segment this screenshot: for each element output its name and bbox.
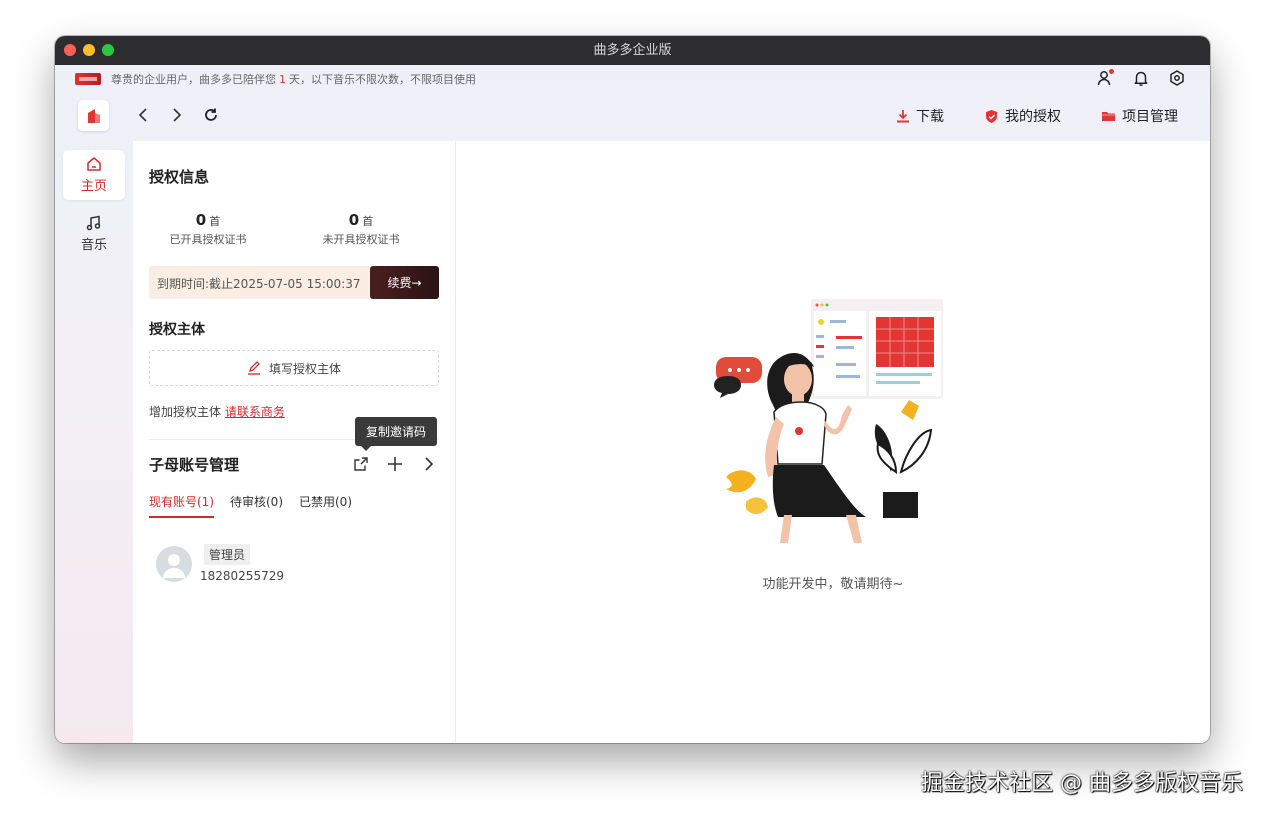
close-window-button[interactable]: [64, 44, 76, 56]
back-icon[interactable]: [135, 107, 151, 123]
sub-account-tabs: 现有账号(1) 待审核(0) 已禁用(0): [149, 493, 352, 518]
main-panel: 功能开发中，敬请期待~: [456, 141, 1210, 743]
history-nav: [135, 107, 219, 123]
vip-badge-icon: [75, 73, 101, 85]
refresh-icon[interactable]: [203, 107, 219, 123]
notice-suffix: 天，以下音乐不限次数，不限项目使用: [289, 73, 476, 86]
expiry-bar: 到期时间:截止2025-07-05 15:00:37 续费→: [149, 266, 439, 299]
music-note-icon: [86, 215, 101, 231]
forward-icon[interactable]: [169, 107, 185, 123]
shield-icon: [986, 109, 997, 123]
add-subject-line: 增加授权主体 请联系商务: [149, 403, 285, 420]
renew-button[interactable]: 续费→: [370, 266, 439, 299]
project-manage-label: 项目管理: [1122, 109, 1178, 125]
app-window: 曲多多企业版 尊贵的企业用户，曲多多已陪伴您 1 天，以下音乐不限次数，不限项目…: [55, 36, 1210, 743]
sub-accounts-title: 子母账号管理: [149, 456, 240, 474]
edit-icon: [247, 361, 260, 375]
title-bar: 曲多多企业版: [55, 36, 1210, 65]
top-right-icons: [1096, 69, 1186, 87]
top-menu: 下载 我的授权 项目管理: [896, 106, 1178, 126]
chevron-right-icon[interactable]: [421, 456, 437, 472]
watermark-text: 掘金技术社区 @ 曲多多版权音乐: [921, 771, 1243, 796]
settings-icon[interactable]: [1168, 69, 1186, 87]
avatar: [156, 546, 192, 582]
nav-item-home[interactable]: 主页: [63, 150, 125, 200]
notification-dot: [1109, 69, 1114, 74]
add-subject-text: 增加授权主体: [149, 405, 222, 419]
issued-label: 已开具授权证书: [169, 233, 247, 246]
under-development-text: 功能开发中，敬请期待~: [762, 577, 904, 592]
plus-icon[interactable]: [387, 456, 403, 472]
not-issued-stat: 0首 未开具授权证书: [286, 211, 436, 247]
issued-stat: 0首 已开具授权证书: [133, 211, 283, 247]
not-issued-unit: 首: [362, 215, 374, 228]
tab-pending[interactable]: 待审核(0): [230, 493, 283, 518]
left-panel: 授权信息 0首 已开具授权证书 0首 未开具授权证书 到期时间:截止2025-0…: [133, 141, 456, 743]
app-logo[interactable]: [78, 100, 109, 131]
auth-subject-title: 授权主体: [149, 322, 205, 338]
expiry-text: 到期时间:截止2025-07-05 15:00:37: [157, 277, 361, 291]
share-icon[interactable]: [353, 456, 369, 472]
copy-invite-tooltip: 复制邀请码: [355, 417, 437, 451]
nav-item-music[interactable]: 音乐: [63, 209, 125, 259]
bell-icon[interactable]: [1132, 69, 1150, 87]
minimize-window-button[interactable]: [83, 44, 95, 56]
under-development-illustration: [714, 299, 943, 543]
fill-auth-subject-label: 填写授权主体: [268, 361, 341, 376]
my-auth-button[interactable]: 我的授权: [984, 106, 1061, 126]
project-manage-button[interactable]: 项目管理: [1101, 106, 1178, 126]
account-row[interactable]: 管理员 18280255729: [156, 544, 406, 584]
contact-business-link[interactable]: 请联系商务: [225, 405, 285, 419]
download-label: 下载: [916, 109, 944, 125]
tab-disabled[interactable]: 已禁用(0): [299, 493, 352, 518]
sub-account-actions: [353, 456, 437, 472]
home-icon: [87, 157, 101, 171]
account-role-badge: 管理员: [204, 544, 251, 565]
vip-notice: 尊贵的企业用户，曲多多已陪伴您 1 天，以下音乐不限次数，不限项目使用: [75, 70, 476, 88]
notice-prefix: 尊贵的企业用户，曲多多已陪伴您: [111, 73, 276, 86]
auth-info-title: 授权信息: [149, 168, 210, 186]
not-issued-label: 未开具授权证书: [322, 233, 400, 246]
side-nav: 主页 音乐: [55, 141, 133, 743]
folder-icon: [1102, 112, 1115, 121]
notice-days: 1: [279, 72, 286, 86]
not-issued-count: 0: [348, 211, 360, 229]
nav-home-label: 主页: [80, 179, 107, 194]
download-icon: [897, 110, 909, 123]
nav-music-label: 音乐: [80, 238, 107, 253]
download-button[interactable]: 下载: [896, 106, 944, 126]
issued-unit: 首: [209, 215, 221, 228]
user-icon[interactable]: [1096, 69, 1114, 87]
account-phone: 18280255729: [200, 569, 284, 583]
my-auth-label: 我的授权: [1005, 109, 1061, 125]
issued-count: 0: [195, 211, 207, 229]
maximize-window-button[interactable]: [102, 44, 114, 56]
tab-existing[interactable]: 现有账号(1): [149, 493, 214, 518]
fill-auth-subject-button[interactable]: 填写授权主体: [149, 350, 439, 386]
window-title: 曲多多企业版: [593, 43, 672, 58]
